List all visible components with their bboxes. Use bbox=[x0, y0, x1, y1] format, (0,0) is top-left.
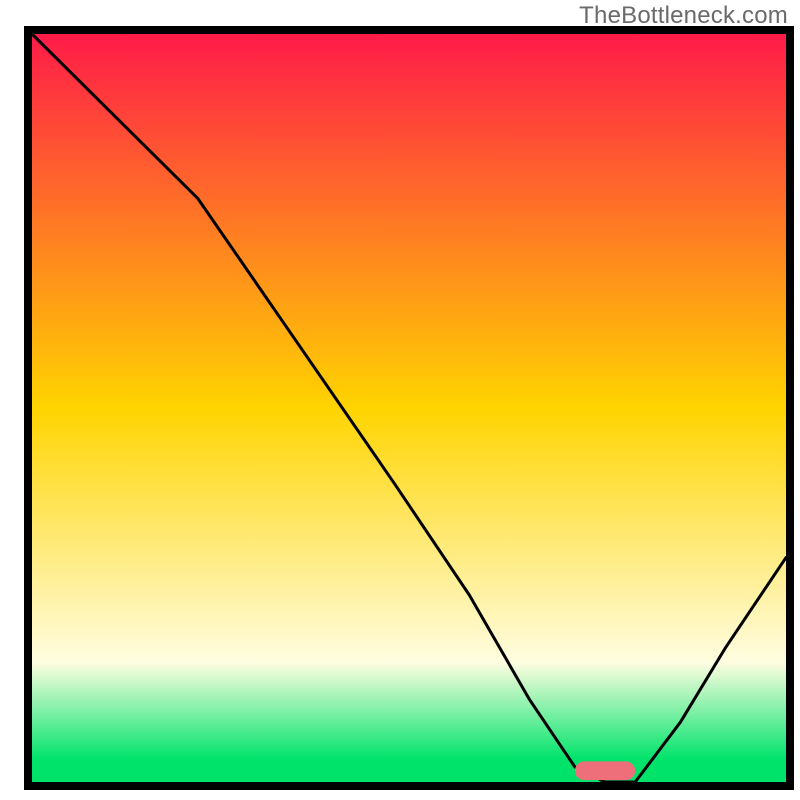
bottleneck-chart bbox=[0, 0, 800, 800]
optimal-band bbox=[32, 760, 786, 782]
optimal-marker bbox=[575, 761, 635, 780]
plot-area bbox=[28, 30, 790, 786]
